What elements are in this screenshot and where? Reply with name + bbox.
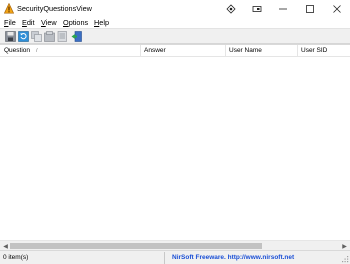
menu-bar: File Edit View Options Help	[0, 17, 350, 28]
sort-indicator-icon: /	[36, 48, 38, 54]
exit-icon[interactable]	[71, 31, 82, 42]
menu-options[interactable]: Options	[63, 18, 88, 27]
scrollbar-thumb[interactable]	[10, 243, 262, 249]
app-warning-triangle-icon	[4, 3, 14, 14]
scroll-left-icon[interactable]: ◀	[1, 242, 10, 250]
restore-snap-icon	[252, 5, 262, 12]
refresh-icon[interactable]	[18, 31, 29, 42]
status-bar: 0 item(s) NirSoft Freeware. http://www.n…	[0, 250, 350, 264]
pin-icon	[226, 3, 236, 14]
minimize-button[interactable]	[270, 0, 296, 17]
menu-edit[interactable]: Edit	[22, 18, 35, 27]
close-icon	[333, 4, 341, 13]
menu-view[interactable]: View	[41, 18, 57, 27]
column-header-question[interactable]: Question /	[4, 47, 38, 54]
column-header-user-sid[interactable]: User SID	[301, 47, 327, 54]
status-divider	[164, 252, 165, 264]
pin-button[interactable]	[218, 0, 244, 17]
window-title: SecurityQuestionsView	[17, 4, 92, 13]
resize-grip-icon[interactable]	[341, 255, 349, 263]
toolbar	[0, 28, 350, 44]
menu-help[interactable]: Help	[94, 18, 109, 27]
column-divider[interactable]	[225, 45, 226, 57]
scroll-right-icon[interactable]: ▶	[340, 242, 349, 250]
column-divider[interactable]	[140, 45, 141, 57]
column-question-label: Question	[4, 47, 31, 54]
column-header-answer[interactable]: Answer	[144, 47, 166, 54]
menu-file[interactable]: File	[4, 18, 16, 27]
minimize-icon	[279, 8, 287, 9]
item-count: 0 item(s)	[3, 254, 29, 261]
horizontal-scrollbar[interactable]: ◀ ▶	[0, 240, 350, 250]
close-button[interactable]	[324, 0, 350, 17]
properties-icon[interactable]	[44, 31, 55, 42]
items-list[interactable]: Question / Answer User Name User SID	[0, 44, 350, 240]
snap-button[interactable]	[244, 0, 270, 17]
menu-file-label: ile	[8, 18, 16, 27]
menu-edit-label: dit	[26, 18, 35, 27]
copy-icon[interactable]	[31, 31, 42, 42]
html-report-icon[interactable]	[57, 31, 68, 42]
title-bar[interactable]: SecurityQuestionsView	[0, 0, 350, 17]
save-icon[interactable]	[5, 31, 16, 42]
menu-options-label: ptions	[68, 18, 89, 27]
maximize-icon	[306, 4, 314, 13]
maximize-button[interactable]	[297, 0, 323, 17]
column-header-user-name[interactable]: User Name	[229, 47, 262, 54]
column-divider[interactable]	[297, 45, 298, 57]
nirsoft-link[interactable]: NirSoft Freeware. http://www.nirsoft.net	[172, 254, 294, 261]
list-header: Question / Answer User Name User SID	[0, 45, 350, 57]
menu-view-label: iew	[45, 18, 57, 27]
menu-help-label: elp	[99, 18, 110, 27]
